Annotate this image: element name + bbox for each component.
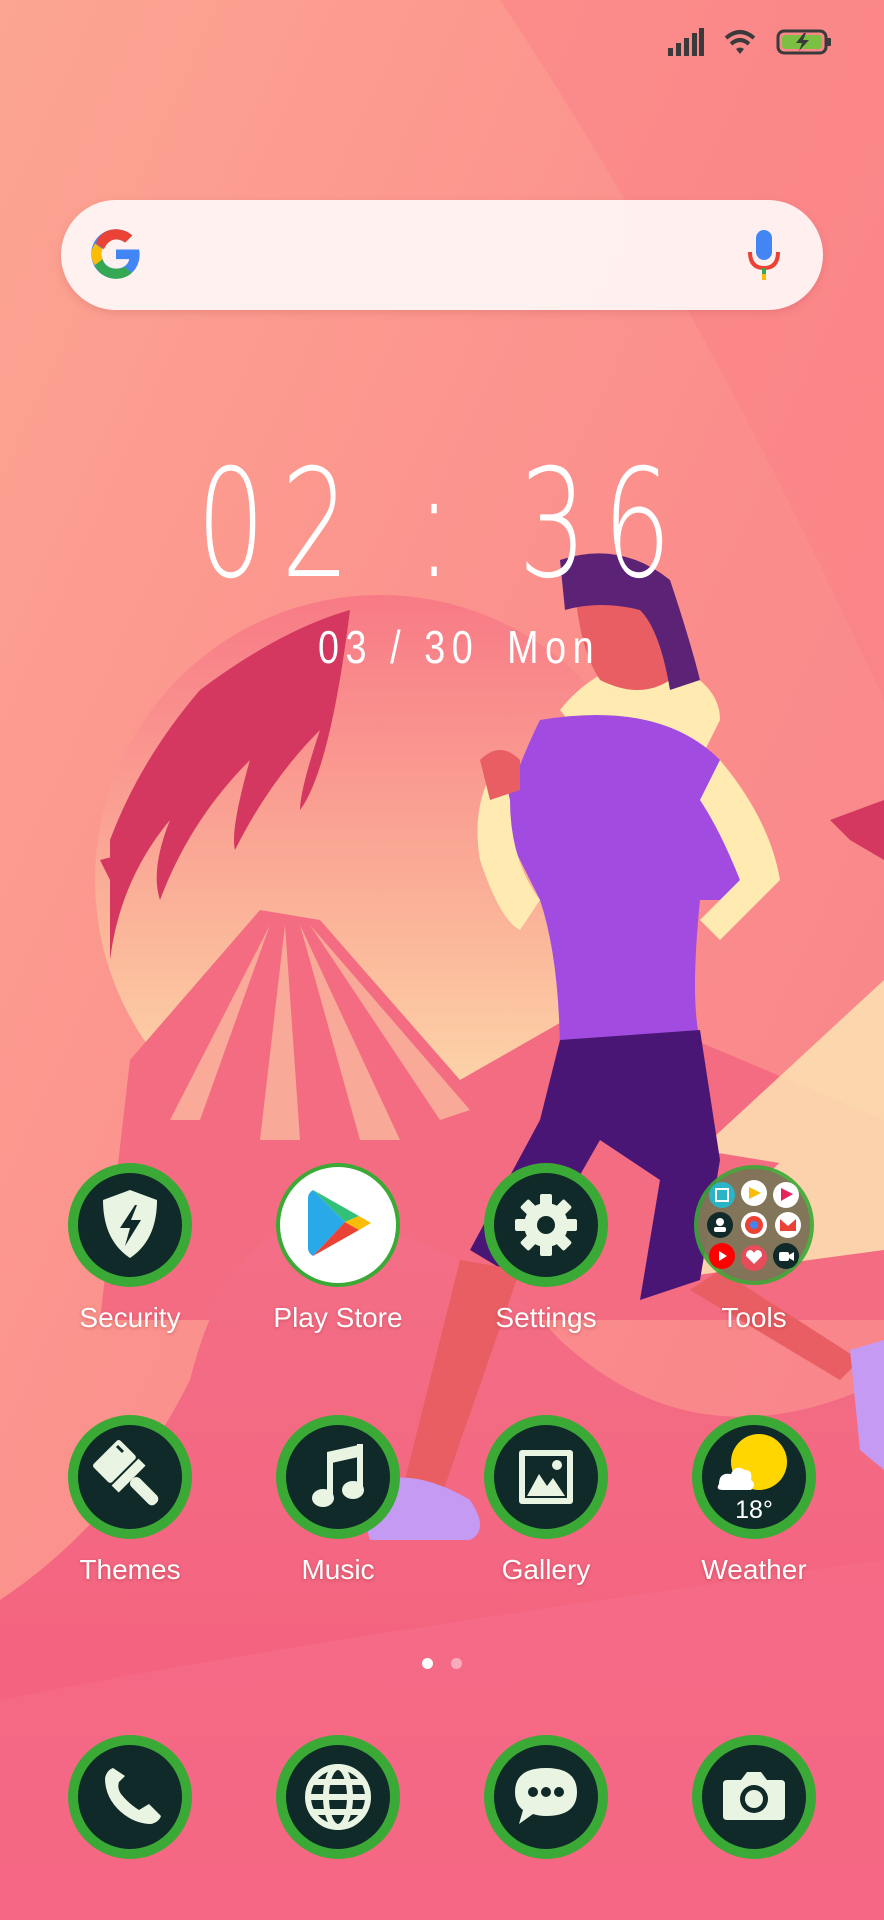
- app-weather[interactable]: 18° Weather: [649, 1412, 859, 1586]
- microphone-icon[interactable]: [747, 228, 781, 282]
- play-store-icon: [273, 1160, 403, 1290]
- sun-cloud-icon: 18°: [689, 1412, 819, 1542]
- status-bar: [668, 22, 832, 62]
- app-security[interactable]: Security: [25, 1160, 235, 1334]
- clock-date-line: 03 / 30 Mon: [318, 620, 628, 674]
- page-indicator: [0, 1658, 884, 1669]
- folder-tools[interactable]: Tools: [649, 1160, 859, 1334]
- globe-icon: [273, 1732, 403, 1862]
- music-note-icon: [273, 1412, 403, 1542]
- page-dot-active[interactable]: [422, 1658, 433, 1669]
- weather-temperature: 18°: [735, 1496, 773, 1524]
- app-label: Themes: [79, 1554, 181, 1585]
- clock-weekday: Mon: [507, 621, 601, 673]
- app-themes[interactable]: Themes: [25, 1412, 235, 1586]
- app-settings[interactable]: Settings: [441, 1160, 651, 1334]
- dock-camera[interactable]: [649, 1732, 859, 1862]
- folder-icon: [689, 1160, 819, 1290]
- google-logo-icon: [91, 229, 140, 279]
- clock-date: 03 / 30: [318, 621, 480, 673]
- dock-browser[interactable]: [233, 1732, 443, 1862]
- app-gallery[interactable]: Gallery: [441, 1412, 651, 1586]
- battery-charging-icon: [776, 29, 831, 55]
- dock-messages[interactable]: [441, 1732, 651, 1862]
- phone-icon: [65, 1732, 195, 1862]
- paintbrush-icon: [65, 1412, 195, 1542]
- gear-icon: [481, 1160, 611, 1290]
- app-label: Security: [79, 1302, 181, 1333]
- chat-bubble-icon: [481, 1732, 611, 1862]
- app-label: Weather: [701, 1554, 807, 1585]
- clock-time: 02 : 36: [196, 438, 688, 612]
- app-label: Play Store: [273, 1302, 403, 1333]
- google-search-bar[interactable]: [61, 200, 823, 310]
- image-icon: [481, 1412, 611, 1542]
- shield-lightning-icon: [65, 1160, 195, 1290]
- signal-icon: [668, 28, 704, 56]
- app-play-store[interactable]: Play Store: [233, 1160, 443, 1334]
- app-label: Gallery: [501, 1554, 591, 1585]
- app-label: Tools: [721, 1302, 787, 1333]
- camera-icon: [689, 1732, 819, 1862]
- app-label: Settings: [495, 1302, 597, 1333]
- page-dot[interactable]: [451, 1658, 462, 1669]
- app-music[interactable]: Music: [233, 1412, 443, 1586]
- dock-phone[interactable]: [25, 1732, 235, 1862]
- wifi-icon: [724, 30, 756, 54]
- app-label: Music: [301, 1554, 375, 1585]
